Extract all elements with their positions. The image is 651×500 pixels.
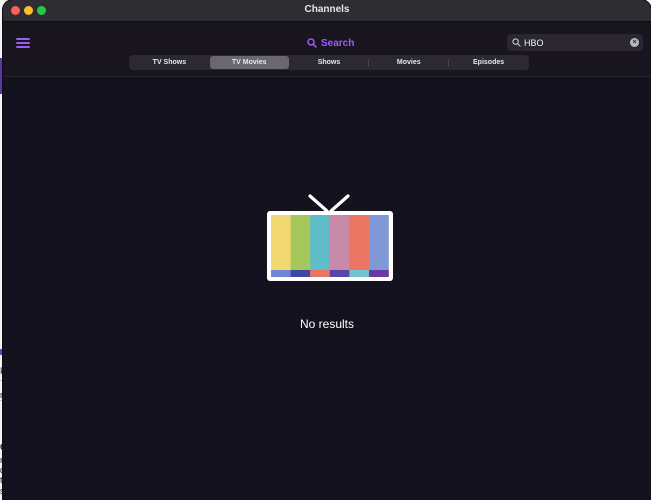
hamburger-menu-icon[interactable] <box>16 38 30 48</box>
tab-tv-movies[interactable]: TV Movies <box>209 56 289 69</box>
title-bar[interactable]: Channels <box>3 0 651 22</box>
search-nav-label: Search <box>321 37 355 49</box>
tv-color-bar-bottom <box>349 270 370 277</box>
tv-color-bar-bottom <box>329 270 350 277</box>
tab-episodes[interactable]: Episodes <box>449 56 528 69</box>
clear-search-icon[interactable]: × <box>630 38 639 47</box>
app-window: Channels Search × TV Shows TV Movies <box>3 0 651 500</box>
tab-tv-shows[interactable]: TV Shows <box>130 56 209 69</box>
tv-color-bar <box>271 215 291 270</box>
app-header: Search × TV Shows TV Movies Shows Movies… <box>3 22 651 77</box>
tv-color-bars-icon <box>267 194 393 281</box>
tv-color-bar-bottom <box>271 270 291 277</box>
no-results-message: No results <box>299 317 355 331</box>
search-icon <box>512 38 521 47</box>
tab-shows[interactable]: Shows <box>290 56 369 69</box>
tv-color-bar-bottom <box>290 270 311 277</box>
tv-color-bar-bottom <box>310 270 330 277</box>
search-input[interactable] <box>524 37 624 48</box>
tv-color-bar <box>290 215 311 270</box>
window-title: Channels <box>304 4 350 15</box>
search-nav-button[interactable]: Search <box>307 36 354 50</box>
category-segmented-control: TV Shows TV Movies Shows Movies Episodes <box>129 55 529 70</box>
tv-color-bar <box>349 215 370 270</box>
search-icon <box>307 38 317 48</box>
search-field[interactable]: × <box>507 34 643 51</box>
tv-color-bar <box>369 215 389 270</box>
tv-color-bar-bottom <box>369 270 389 277</box>
tv-color-bar <box>329 215 350 270</box>
tab-movies[interactable]: Movies <box>369 56 448 69</box>
tv-color-bar <box>310 215 330 270</box>
